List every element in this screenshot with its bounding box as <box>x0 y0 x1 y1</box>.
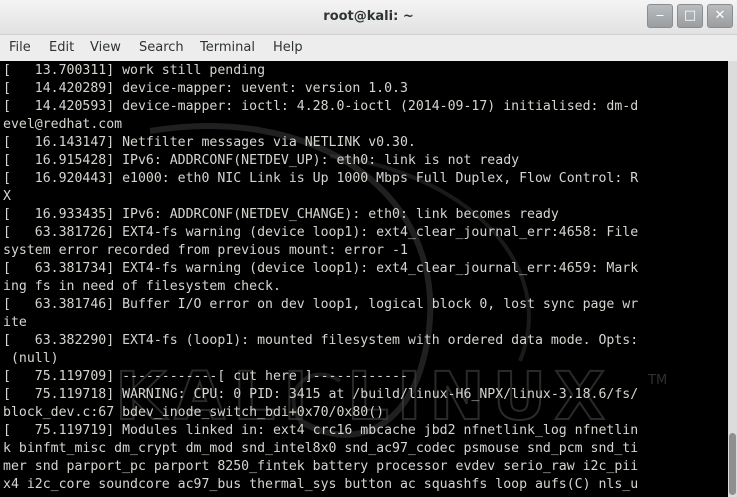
terminal-line: mer snd parport_pc parport 8250_fintek b… <box>3 459 639 474</box>
menu-file[interactable]: File <box>9 40 31 55</box>
minimize-button[interactable]: ‒ <box>647 4 673 28</box>
terminal-line: [ 63.382290] EXT4-fs (loop1): mounted fi… <box>3 333 639 348</box>
terminal-line: evel@redhat.com <box>3 117 123 132</box>
terminal-line: [ 75.119709] ------------[ cut here ]---… <box>3 369 408 384</box>
terminal-line: [ 63.381734] EXT4-fs warning (device loo… <box>3 261 639 276</box>
menu-search[interactable]: Search <box>139 40 184 55</box>
terminal-line: system error recorded from previous moun… <box>3 243 408 258</box>
terminal-line: [ 16.933435] IPv6: ADDRCONF(NETDEV_CHANG… <box>3 207 559 222</box>
terminal-line: (null) <box>3 351 59 366</box>
menu-edit[interactable]: Edit <box>49 40 74 55</box>
terminal-line: block_dev.c:67 bdev_inode_switch_bdi+0x7… <box>3 405 385 420</box>
menu-view[interactable]: View <box>90 40 121 55</box>
terminal-line: [ 63.381726] EXT4-fs warning (device loo… <box>3 225 639 240</box>
terminal-line: [ 16.920443] e1000: eth0 NIC Link is Up … <box>3 171 639 186</box>
close-button[interactable]: ✕ <box>707 4 733 28</box>
terminal-line: x4 i2c_core soundcore ac97_bus thermal_s… <box>3 477 639 492</box>
menu-terminal[interactable]: Terminal <box>200 40 255 55</box>
terminal-line: [ 75.119718] WARNING: CPU: 0 PID: 3415 a… <box>3 387 639 402</box>
terminal-line: [ 13.700311] work still pending <box>3 63 266 78</box>
terminal-line: k binfmt_misc dm_crypt dm_mod snd_intel8… <box>3 441 639 456</box>
terminal-line: [ 16.915428] IPv6: ADDRCONF(NETDEV_UP): … <box>3 153 520 168</box>
terminal-line: ing fs in need of filesystem check. <box>3 279 281 294</box>
terminal-line: [ 75.119719] Modules linked in: ext4 crc… <box>3 423 639 438</box>
terminal-window: root@kali: ~ ‒ □ ✕ File Edit View Search… <box>0 0 737 497</box>
vertical-scrollbar[interactable] <box>728 61 737 497</box>
maximize-button[interactable]: □ <box>677 4 703 28</box>
terminal-line: ite <box>3 315 27 330</box>
scrollbar-thumb[interactable] <box>729 433 736 495</box>
terminal-line: X <box>3 189 11 204</box>
terminal-line: [ 14.420289] device-mapper: uevent: vers… <box>3 81 408 96</box>
terminal-line: [ 63.381746] Buffer I/O error on dev loo… <box>3 297 639 312</box>
menu-bar: File Edit View Search Terminal Help <box>0 35 737 61</box>
title-bar[interactable]: root@kali: ~ ‒ □ ✕ <box>0 0 737 35</box>
terminal-line: [ 14.420593] device-mapper: ioctl: 4.28.… <box>3 99 639 114</box>
window-title: root@kali: ~ <box>323 9 414 24</box>
terminal-text: [ 13.700311] work still pending [ 14.4202… <box>3 62 727 494</box>
terminal-line: [ 16.143147] Netfilter messages via NETL… <box>3 135 416 150</box>
terminal-output-area[interactable]: KALI LINUX TM [ 13.700311] work still pe… <box>0 61 728 497</box>
menu-help[interactable]: Help <box>273 40 303 55</box>
